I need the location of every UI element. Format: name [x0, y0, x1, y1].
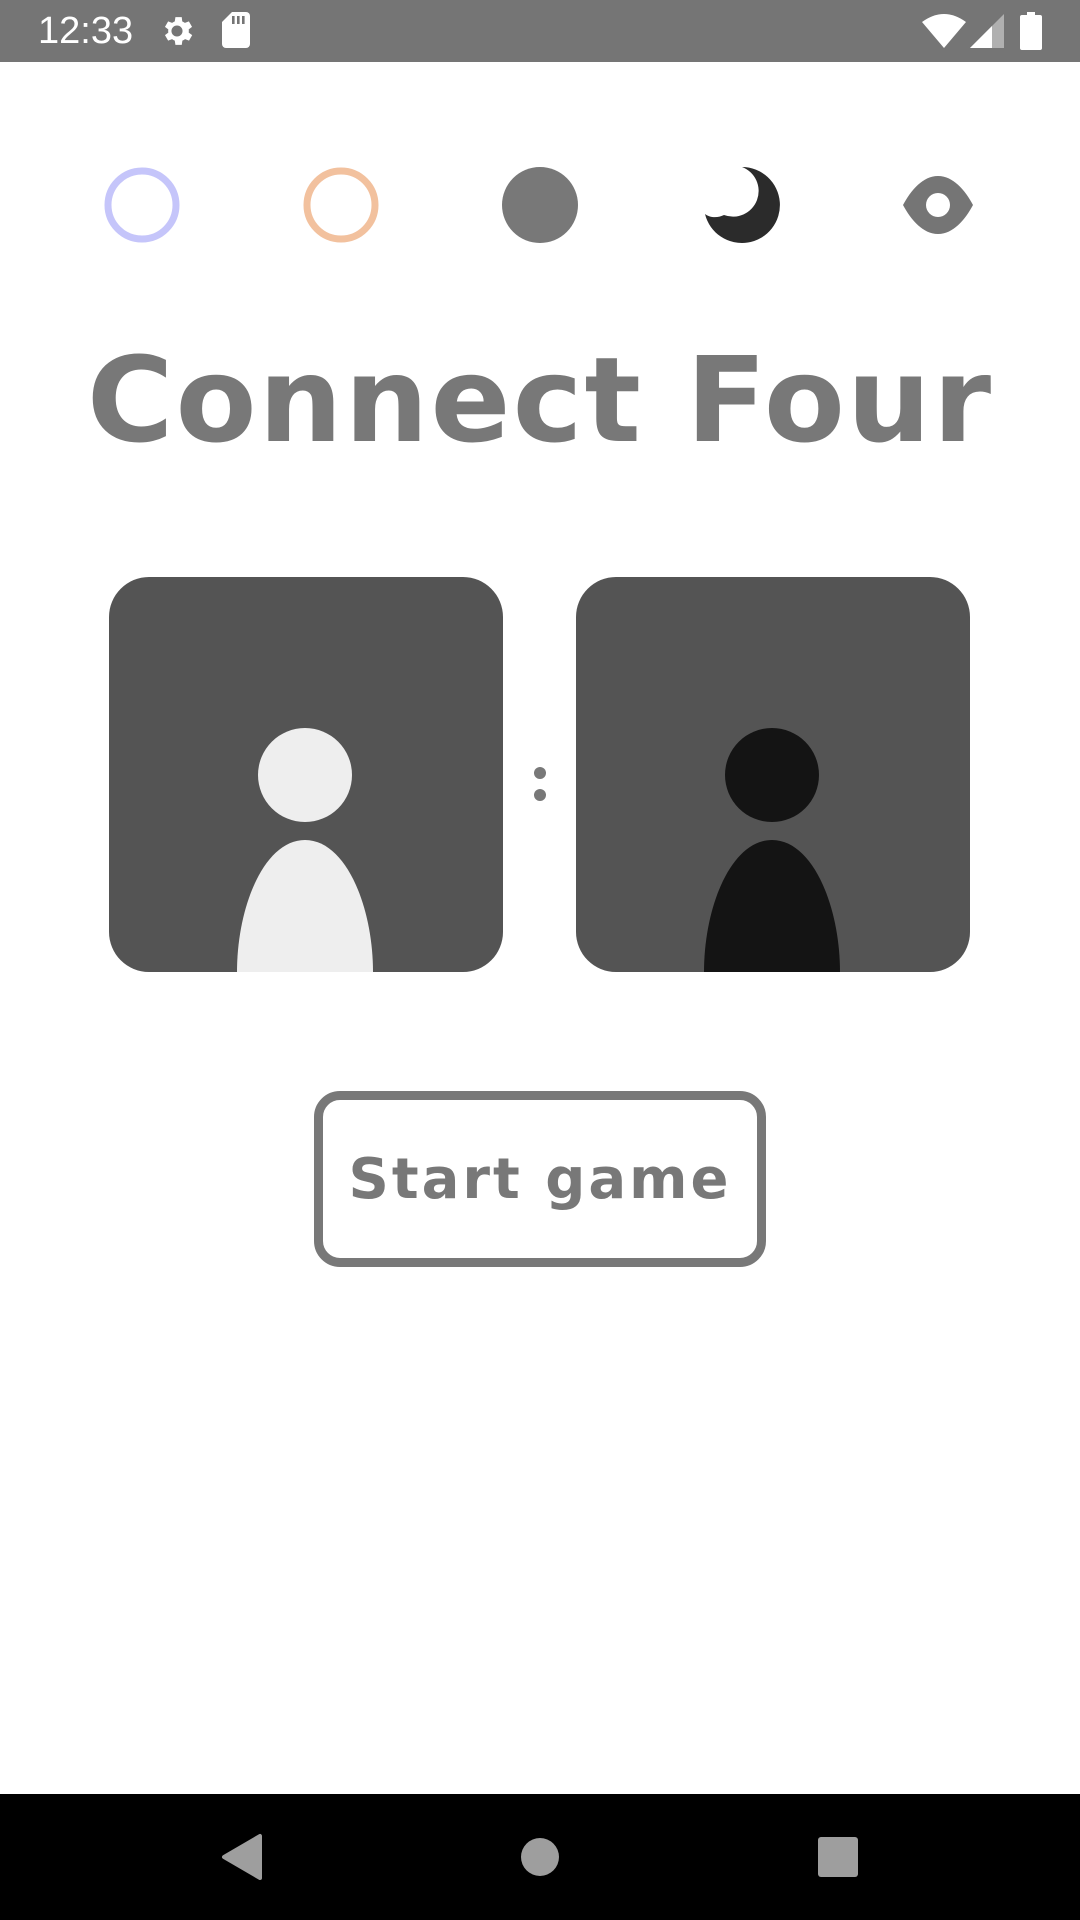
battery-icon [1020, 12, 1042, 50]
moon-icon [705, 167, 780, 243]
status-time: 12:33 [38, 10, 134, 52]
settings-icon [164, 17, 193, 45]
theme-peach-ring[interactable] [296, 160, 386, 250]
status-bar: 12:33 [0, 0, 1080, 62]
back-button[interactable] [200, 1817, 280, 1897]
versus-separator [534, 767, 546, 801]
back-icon [222, 1834, 262, 1880]
player-two-avatar-icon [704, 728, 840, 972]
home-button[interactable] [500, 1817, 580, 1897]
player-two-card[interactable] [576, 577, 970, 972]
start-game-label: Start game [348, 1146, 732, 1212]
player-one-avatar-icon [237, 728, 373, 972]
lavender-ring-icon [104, 167, 180, 243]
recents-button[interactable] [798, 1817, 878, 1897]
home-icon [521, 1838, 559, 1876]
theme-eye[interactable] [893, 160, 983, 250]
sd-card-icon [222, 12, 250, 48]
start-game-button[interactable]: Start game [314, 1091, 766, 1267]
theme-dark-moon[interactable] [694, 160, 784, 250]
gray-disc-icon [502, 167, 578, 243]
peach-ring-icon [303, 167, 379, 243]
wifi-icon [922, 14, 966, 48]
cell-signal-icon [970, 14, 1004, 48]
eye-icon [903, 176, 973, 234]
page-title: Connect Four [86, 331, 994, 469]
recents-icon [818, 1837, 858, 1877]
theme-gray-disc[interactable] [495, 160, 585, 250]
player-one-card[interactable] [109, 577, 503, 972]
navigation-bar [0, 1794, 1080, 1920]
theme-lavender-ring[interactable] [97, 160, 187, 250]
